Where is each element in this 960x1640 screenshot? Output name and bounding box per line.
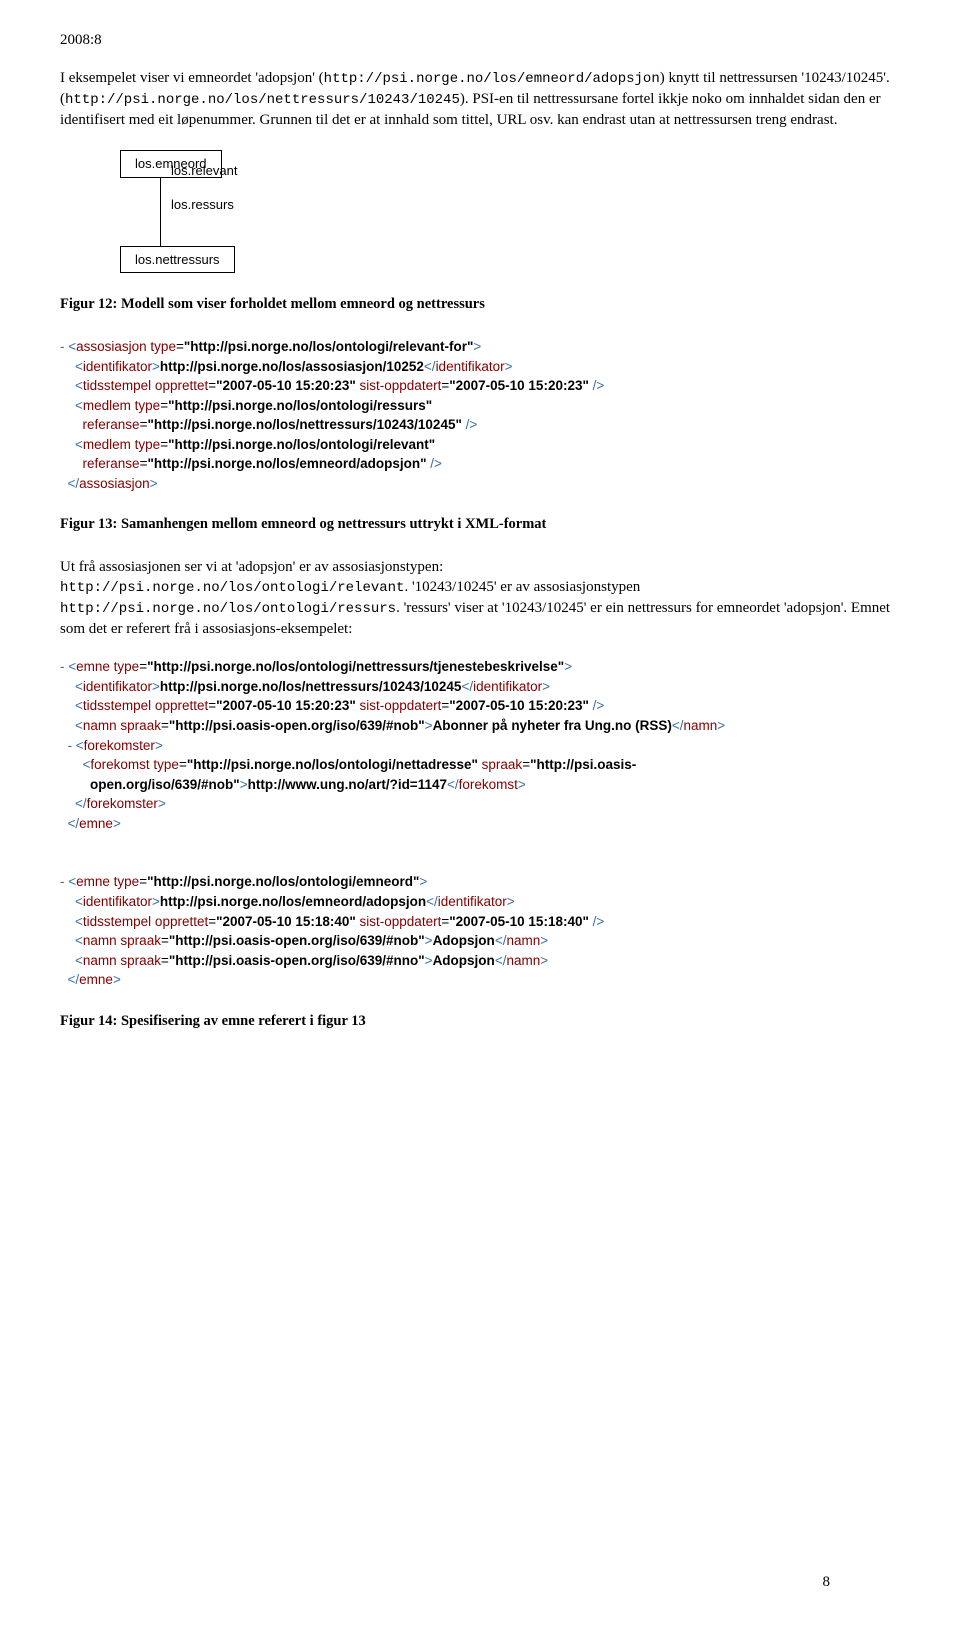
figure-13-caption: Figur 13: Samanhengen mellom emneord og … — [60, 515, 900, 535]
figure-12-caption: Figur 12: Modell som viser forholdet mel… — [60, 295, 900, 315]
page-header: 2008:8 — [60, 30, 900, 50]
document-page: 2008:8 I eksempelet viser vi emneordet '… — [60, 30, 900, 1610]
url-text: http://psi.norge.no/los/ontologi/ressurs — [60, 601, 396, 617]
diagram-edge-label: los.relevant — [161, 162, 237, 180]
url-text: http://psi.norge.no/los/emneord/adopsjon — [324, 71, 660, 87]
diagram-line — [160, 212, 161, 246]
xml-snippet-2: - <emne type="http://psi.norge.no/los/on… — [60, 657, 900, 990]
text: I eksempelet viser vi emneordet 'adopsjo… — [60, 70, 324, 86]
url-text: http://psi.norge.no/los/nettressurs/1024… — [65, 92, 460, 108]
diagram-figure-12: los.emneord los.relevant los.ressurs los… — [120, 150, 900, 273]
url-text: http://psi.norge.no/los/ontologi/relevan… — [60, 580, 404, 596]
paragraph-2: Ut frå assosiasjonen ser vi at 'adopsjon… — [60, 557, 900, 639]
page-number: 8 — [823, 1572, 831, 1592]
paragraph-1: I eksempelet viser vi emneordet 'adopsjo… — [60, 68, 900, 130]
xml-snippet-1: - <assosiasjon type="http://psi.norge.no… — [60, 337, 900, 494]
text: . '10243/10245' er av assosiasjonstypen — [404, 579, 640, 595]
diagram-box-bottom: los.nettressurs — [120, 246, 235, 274]
text: Ut frå assosiasjonen ser vi at 'adopsjon… — [60, 559, 443, 575]
diagram-edge-label: los.ressurs — [161, 196, 234, 214]
figure-14-caption: Figur 14: Spesifisering av emne referert… — [60, 1012, 900, 1032]
